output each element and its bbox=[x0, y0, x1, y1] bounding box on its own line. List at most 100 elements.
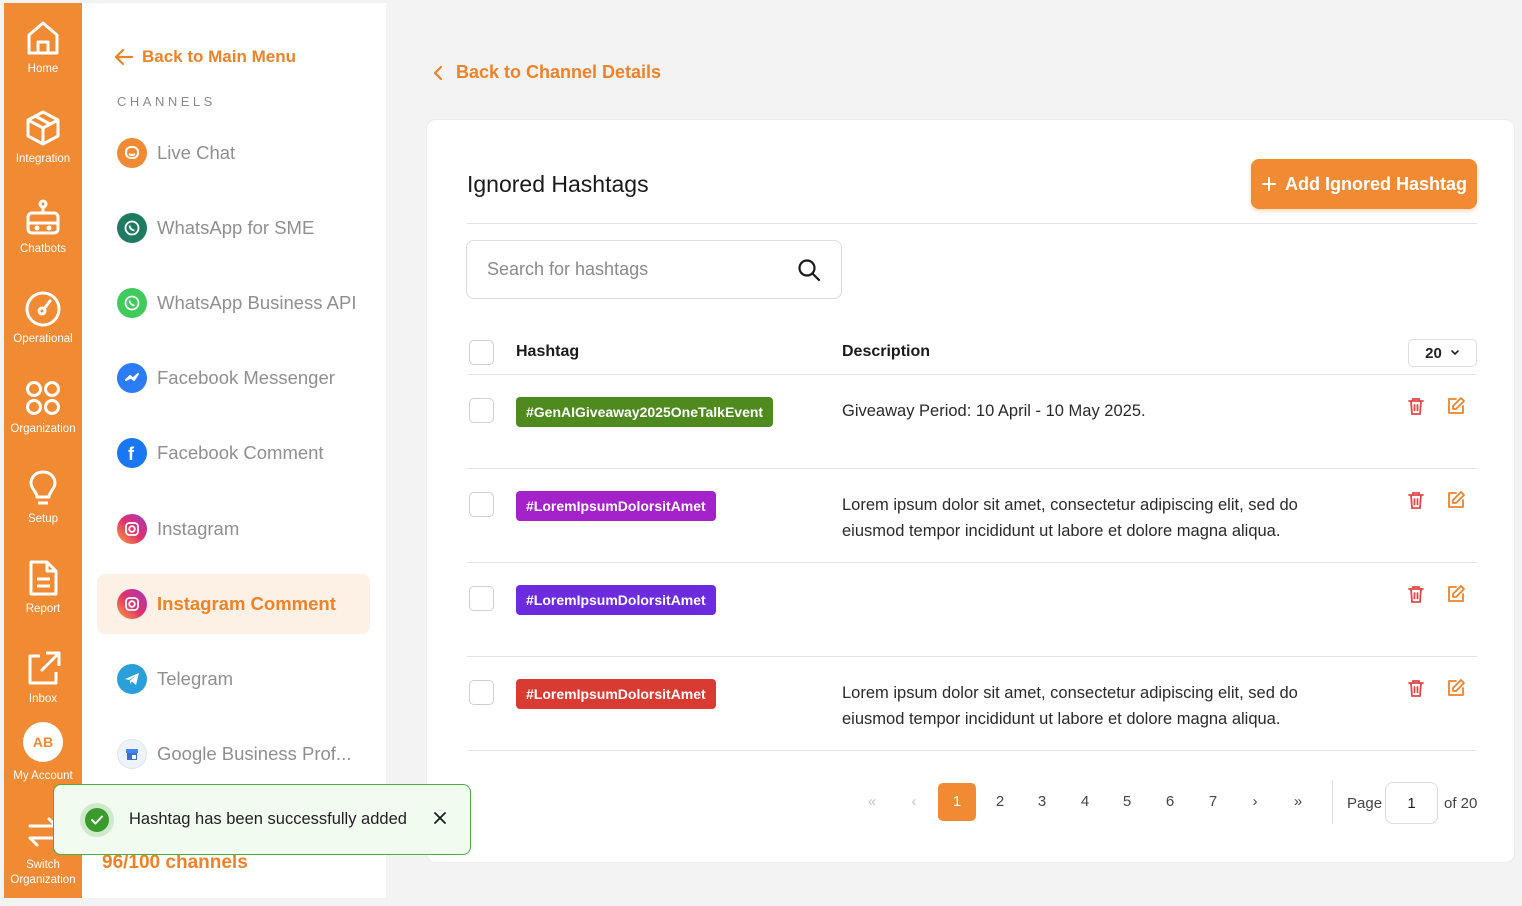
first-page-button[interactable]: « bbox=[853, 783, 891, 821]
delete-icon[interactable] bbox=[1407, 584, 1425, 604]
messenger-icon bbox=[117, 363, 147, 393]
select-all-checkbox[interactable] bbox=[469, 340, 494, 365]
rail-item-organization[interactable]: Organization bbox=[4, 379, 82, 436]
add-ignored-hashtag-button[interactable]: Add Ignored Hashtag bbox=[1251, 159, 1477, 209]
row-checkbox[interactable] bbox=[469, 398, 494, 423]
channel-item-telegram[interactable]: Telegram bbox=[97, 649, 370, 709]
rail-label-inbox: Inbox bbox=[28, 693, 58, 705]
page-button-1[interactable]: 1 bbox=[938, 783, 976, 821]
hashtag-badge: #LoremIpsumDolorsitAmet bbox=[516, 679, 716, 709]
channel-count: 96/100 channels bbox=[102, 852, 248, 873]
page-label: Page bbox=[1347, 795, 1383, 812]
cube-icon bbox=[26, 110, 60, 146]
whatsapp-api-icon bbox=[117, 288, 147, 318]
row-checkbox[interactable] bbox=[469, 586, 494, 611]
page-number-input[interactable] bbox=[1385, 782, 1438, 824]
search-input[interactable] bbox=[487, 259, 797, 280]
ignored-hashtags-card: Ignored Hashtags Add Ignored Hashtag Has… bbox=[426, 119, 1515, 863]
channel-item-facebook-comment[interactable]: f Facebook Comment bbox=[97, 423, 370, 483]
chevron-down-icon bbox=[1451, 350, 1459, 355]
gauge-icon bbox=[25, 291, 61, 327]
row-description: Lorem ipsum dolor sit amet, consectetur … bbox=[842, 680, 1362, 732]
page-button-4[interactable]: 4 bbox=[1066, 783, 1104, 821]
description-line: Giveaway Period: 10 April - 10 May 2025. bbox=[842, 402, 1146, 420]
row-checkbox[interactable] bbox=[469, 492, 494, 517]
rail-label-organization: Organization bbox=[10, 423, 76, 435]
rail-label-home: Home bbox=[27, 63, 59, 75]
rail-label-report: Report bbox=[25, 603, 61, 615]
column-header-description: Description bbox=[842, 343, 931, 360]
page-button-5[interactable]: 5 bbox=[1108, 783, 1146, 821]
facebook-icon: f bbox=[117, 438, 147, 468]
description-line: Lorem ipsum dolor sit amet, consectetur … bbox=[842, 684, 1298, 702]
channel-label: Live Chat bbox=[157, 142, 236, 163]
channel-item-google-business[interactable]: Google Business Prof... bbox=[97, 724, 370, 784]
channel-item-whatsapp-sme[interactable]: WhatsApp for SME bbox=[97, 198, 370, 258]
back-to-channel-details-link[interactable]: Back to Channel Details bbox=[432, 62, 661, 83]
per-page-value: 20 bbox=[1425, 344, 1442, 362]
row-divider bbox=[467, 562, 1477, 563]
rail-label-operational: Operational bbox=[13, 333, 73, 345]
hashtag-badge: #LoremIpsumDolorsitAmet bbox=[516, 491, 716, 521]
row-divider bbox=[467, 468, 1477, 469]
row-divider bbox=[467, 656, 1477, 657]
rail-item-integration[interactable]: Integration bbox=[4, 109, 82, 166]
channels-section-title: CHANNELS bbox=[117, 94, 216, 109]
channel-item-instagram[interactable]: Instagram bbox=[97, 499, 370, 559]
external-link-icon bbox=[28, 651, 61, 685]
edit-icon[interactable] bbox=[1446, 396, 1466, 416]
page-button-6[interactable]: 6 bbox=[1151, 783, 1189, 821]
svg-text:f: f bbox=[128, 444, 135, 463]
description-line: eiusmod tempor incididunt ut labore et d… bbox=[842, 522, 1281, 540]
channel-label: Facebook Comment bbox=[157, 442, 324, 463]
live-chat-icon bbox=[117, 138, 147, 168]
channel-label: Facebook Messenger bbox=[157, 367, 335, 388]
instagram-comment-icon bbox=[117, 589, 147, 619]
channel-item-facebook-messenger[interactable]: Facebook Messenger bbox=[97, 348, 370, 408]
rail-item-chatbots[interactable]: Chatbots bbox=[4, 199, 82, 256]
edit-icon[interactable] bbox=[1446, 678, 1466, 698]
rail-label-setup: Setup bbox=[27, 513, 59, 525]
rail-item-report[interactable]: Report bbox=[4, 559, 82, 616]
lightbulb-icon bbox=[29, 470, 57, 505]
close-icon[interactable] bbox=[432, 810, 448, 826]
channel-label: Telegram bbox=[157, 668, 234, 689]
next-page-button[interactable]: › bbox=[1236, 783, 1274, 821]
rail-item-operational[interactable]: Operational bbox=[4, 289, 82, 346]
header-divider bbox=[467, 223, 1477, 224]
row-description: Lorem ipsum dolor sit amet, consectetur … bbox=[842, 492, 1362, 544]
rail-item-setup[interactable]: Setup bbox=[4, 469, 82, 526]
last-page-button[interactable]: » bbox=[1279, 783, 1317, 821]
rail-item-account[interactable]: AB My Account bbox=[4, 722, 82, 783]
per-page-select[interactable]: 20 bbox=[1408, 339, 1477, 367]
delete-icon[interactable] bbox=[1407, 678, 1425, 698]
channel-label: WhatsApp for SME bbox=[157, 217, 315, 238]
delete-icon[interactable] bbox=[1407, 490, 1425, 510]
edit-icon[interactable] bbox=[1446, 584, 1466, 604]
delete-icon[interactable] bbox=[1407, 396, 1425, 416]
table-header-divider bbox=[467, 374, 1477, 375]
page-button-7[interactable]: 7 bbox=[1194, 783, 1232, 821]
channel-item-instagram-comment[interactable]: Instagram Comment bbox=[97, 574, 370, 634]
page-button-2[interactable]: 2 bbox=[981, 783, 1019, 821]
channel-item-live-chat[interactable]: Live Chat bbox=[97, 123, 370, 183]
rail-label-organization-2: Organization bbox=[10, 874, 76, 886]
telegram-icon bbox=[117, 664, 147, 694]
prev-page-button[interactable]: ‹ bbox=[895, 783, 933, 821]
rail-label-account: My Account bbox=[13, 770, 73, 782]
robot-icon bbox=[26, 199, 60, 235]
success-toast: Hashtag has been successfully added bbox=[53, 784, 471, 855]
page-total-label: of 20 bbox=[1444, 795, 1478, 812]
channel-label: Instagram Comment bbox=[157, 593, 336, 614]
rail-item-home[interactable]: Home bbox=[4, 19, 82, 76]
document-icon bbox=[29, 560, 58, 596]
rail-item-inbox[interactable]: Inbox bbox=[4, 649, 82, 706]
search-icon[interactable] bbox=[797, 258, 821, 282]
back-to-main-menu-link[interactable]: Back to Main Menu bbox=[114, 47, 296, 67]
row-checkbox[interactable] bbox=[469, 680, 494, 705]
google-business-icon bbox=[117, 739, 147, 769]
edit-icon[interactable] bbox=[1446, 490, 1466, 510]
instagram-icon bbox=[117, 514, 147, 544]
page-button-3[interactable]: 3 bbox=[1023, 783, 1061, 821]
channel-item-whatsapp-api[interactable]: WhatsApp Business API bbox=[97, 273, 370, 333]
